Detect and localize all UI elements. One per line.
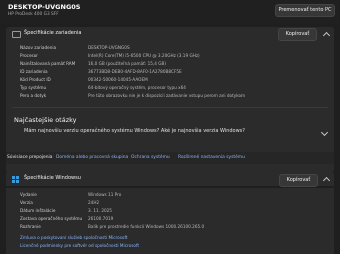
spec-label: ID zariadenia [20,69,48,74]
spec-row-product-id: Kód Product ID 00342-50060-14045-AAOEM [6,77,334,85]
monitor-icon [12,31,21,38]
spec-value: 64-bitový operačný systém, procesor typu… [88,85,186,90]
spec-row-os-build: Zostava operačného systému 26100.7019 [6,216,334,224]
spec-label: Pero a dotyk [20,93,47,98]
related-links-bar: Súvisiace prepojenia Doména alebo pracov… [6,152,334,164]
spec-row-version: Verzia 24H2 [6,200,334,208]
spec-row-device-id: ID zariadenia 36773BD8-DEB0-4AFD-8AF0-1A… [6,69,334,77]
spec-label: Nainštalovaná pamäť RAM [20,61,76,66]
spec-row-processor: Procesor Intel(R) Core(TM) i5-6500 CPU @… [6,53,334,61]
link-license-terms[interactable]: Licenčné podmienky pre softvér od spoloč… [20,243,139,248]
spec-row-system-type: Typ systému 64-bitový operačný systém, p… [6,85,334,93]
spec-label: Rozhranie [20,224,41,229]
faq-title: Najčastejšie otázky [14,116,77,124]
copy-device-specs-button[interactable]: Kopírovať [278,28,317,41]
spec-value: DESKTOP-UVGNG0S [88,45,130,50]
related-link-domain[interactable]: Doména alebo pracovná skupina [56,155,128,160]
spec-value: 24H2 [88,200,100,205]
spec-label: Procesor [20,53,38,58]
rename-pc-button[interactable]: Premenovať tento PC [275,4,335,17]
device-name: DESKTOP-UVGNG0S [8,3,81,11]
device-specs-title: Špecifikácie zariadenia [24,30,82,36]
related-links-label: Súvisiace prepojenia [7,155,53,160]
spec-value: Intel(R) Core(TM) i5-6500 CPU @ 3.20GHz … [88,53,200,58]
spec-label: Vydanie [20,192,37,197]
spec-label: Zostava operačného systému [20,216,83,221]
spec-value: Windows 11 Pro [88,192,122,197]
related-link-advanced-settings[interactable]: Rozšírené nastavenia systému [178,155,245,160]
faq-question[interactable]: Mám najnovšiu verziu operačného systému … [24,128,245,134]
spec-label: Kód Product ID [20,77,51,82]
spec-row-install-date: Dátum inštalácie 3. 11. 2025 [6,208,334,216]
spec-value: 36773BD8-DEB0-4AFD-8AF0-1A2780B8CF5E [88,69,182,74]
chevron-up-icon[interactable] [322,176,331,185]
spec-row-device-name: Názov zariadenia DESKTOP-UVGNG0S [6,45,334,53]
windows-specs-card: Vydanie Windows 11 Pro Verzia 24H2 Dátum… [6,188,334,254]
spec-label: Verzia [20,200,33,205]
device-header: DESKTOP-UVGNG0S HP ProDesk 400 G3 SFF Pr… [0,0,340,24]
spec-value: Pre tūto obrazovku nie je k dispozícii z… [88,93,246,98]
device-model: HP ProDesk 400 G3 SFF [8,12,59,17]
spec-label: Typ systému [20,85,47,90]
divider [12,107,328,108]
spec-row-edition: Vydanie Windows 11 Pro [6,192,334,200]
spec-row-ram: Nainštalovaná pamäť RAM 16,0 GB (použite… [6,61,334,69]
spec-value: 00342-50060-14045-AAOEM [88,77,148,82]
link-services-agreement[interactable]: Zmluva o poskytovaní služieb spoločnosti… [20,235,128,240]
spec-row-experience: Rozhranie Balík pre prostredie funkcií W… [6,224,334,232]
spec-value: 3. 11. 2025 [88,208,112,213]
spec-value: Balík pre prostredie funkcií Windows 100… [88,224,205,229]
windows-specs-title: Špecifikácie Windowsu [24,175,81,181]
related-link-system-protection[interactable]: Ochrana systému [131,155,170,160]
copy-windows-specs-button[interactable]: Kopírovať [279,174,318,187]
windows-logo-icon [12,176,19,183]
spec-label: Dátum inštalácie [20,208,56,213]
spec-row-pen-touch: Pero a dotyk Pre tūto obrazovku nie je k… [6,93,334,101]
spec-value: 26100.7019 [88,216,114,221]
chevron-up-icon[interactable] [322,31,331,40]
spec-label: Názov zariadenia [20,45,57,50]
spec-value: 16,0 GB (použiteľná pamäť: 15,4 GB) [88,61,166,66]
